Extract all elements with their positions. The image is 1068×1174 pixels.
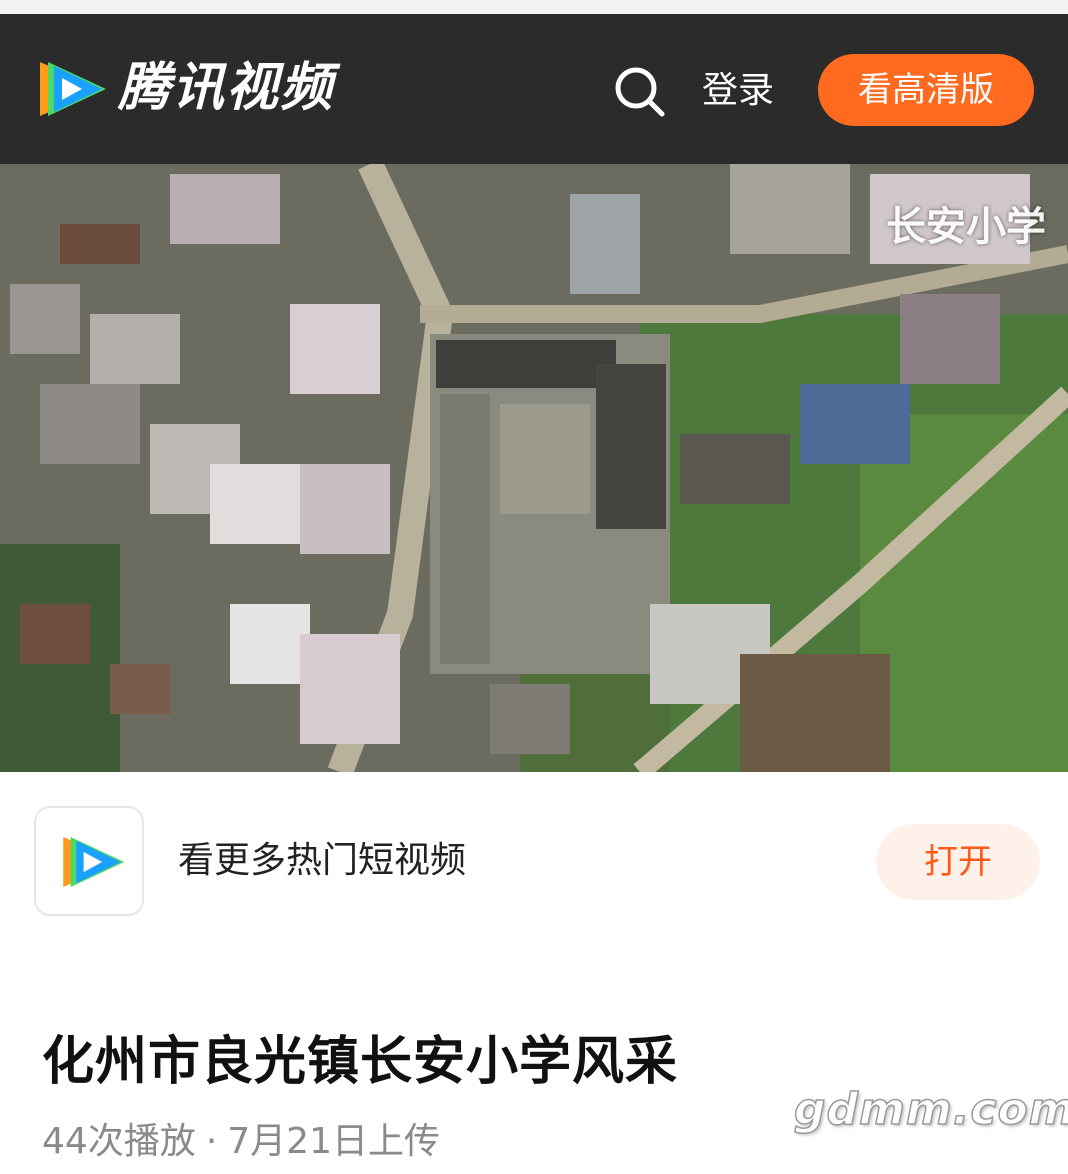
aerial-video-frame [0, 164, 1068, 772]
meta-separator: · [205, 1121, 218, 1162]
app-promo-bar: 看更多热门短视频 打开 [0, 772, 1068, 952]
open-app-button[interactable]: 打开 [876, 824, 1040, 900]
tencent-video-app-icon[interactable] [34, 806, 144, 916]
app-logo-text[interactable]: 腾讯视频 [118, 54, 334, 122]
hd-version-button[interactable]: 看高清版 [818, 54, 1034, 126]
login-link[interactable]: 登录 [702, 64, 774, 118]
play-count: 44次播放 [42, 1121, 196, 1162]
promo-text: 看更多热门短视频 [178, 840, 467, 881]
tencent-video-logo-icon[interactable] [30, 56, 110, 122]
video-meta: 44次播放 · 7月21日上传 [42, 1116, 440, 1168]
upload-date: 7月21日上传 [227, 1121, 440, 1162]
search-icon[interactable] [612, 64, 666, 118]
video-title: 化州市良光镇长安小学风采 [42, 1032, 679, 1092]
video-overlay-caption: 长安小学 [886, 204, 1046, 250]
top-header: 腾讯视频 登录 看高清版 [0, 14, 1068, 164]
app-logo-glyph [63, 837, 125, 887]
site-watermark: gdmm.com [793, 1083, 1068, 1136]
video-player[interactable]: 长安小学 [0, 164, 1068, 772]
status-strip [0, 0, 1068, 14]
